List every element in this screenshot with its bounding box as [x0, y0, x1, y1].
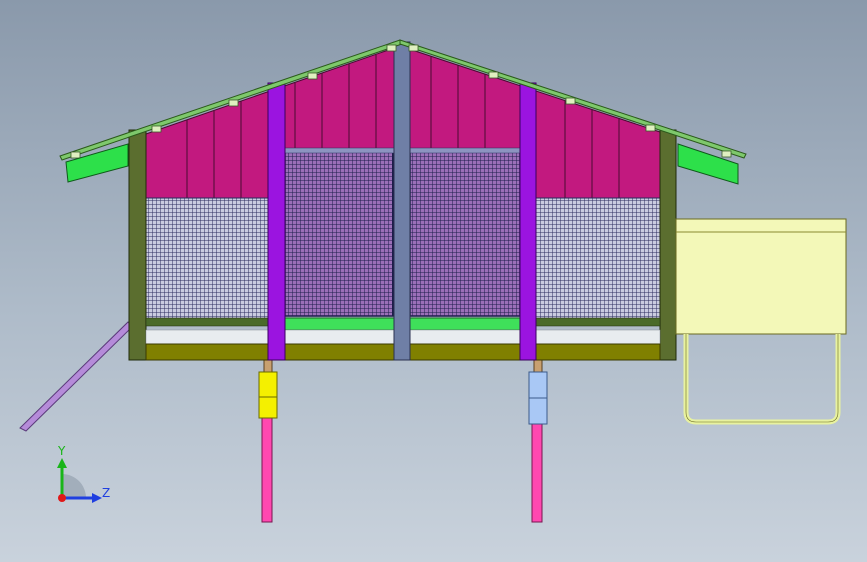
- cad-viewport[interactable]: Y Z: [0, 0, 867, 562]
- lower-trim-rail-right: [535, 317, 661, 327]
- axis-triad: Y Z: [57, 444, 110, 503]
- nest-box-handle-outline: [685, 334, 839, 423]
- right-leg-connector-top[interactable]: [533, 358, 543, 374]
- right-purple-post[interactable]: [519, 82, 537, 361]
- z-axis-arrow: [92, 493, 102, 503]
- nest-box-handle[interactable]: [683, 334, 841, 425]
- coop-model-drawing[interactable]: Y Z: [0, 0, 867, 562]
- right-frame-post[interactable]: [659, 129, 677, 361]
- right-leg[interactable]: [531, 419, 543, 523]
- left-purple-post[interactable]: [267, 82, 286, 361]
- lower-trim-rail-left: [145, 317, 269, 327]
- triad-origin: [58, 494, 66, 502]
- right-mesh-panel[interactable]: [535, 197, 661, 321]
- left-mesh-panel[interactable]: [145, 197, 269, 321]
- left-leg[interactable]: [261, 415, 273, 523]
- center-right-mesh-door[interactable]: [409, 149, 521, 317]
- left-leg-connector-top[interactable]: [263, 358, 273, 374]
- y-axis-arrow: [57, 458, 67, 468]
- z-axis-label: Z: [102, 486, 110, 500]
- center-post[interactable]: [393, 41, 411, 361]
- ramp[interactable]: [19, 321, 133, 432]
- triad-quadrant: [62, 474, 86, 498]
- left-frame-post[interactable]: [128, 129, 147, 361]
- nest-box[interactable]: [675, 218, 847, 335]
- y-axis-label: Y: [57, 444, 66, 458]
- left-leg-connector[interactable]: [258, 371, 278, 419]
- left-eave-flap[interactable]: [65, 143, 129, 183]
- center-left-mesh-door[interactable]: [284, 149, 394, 317]
